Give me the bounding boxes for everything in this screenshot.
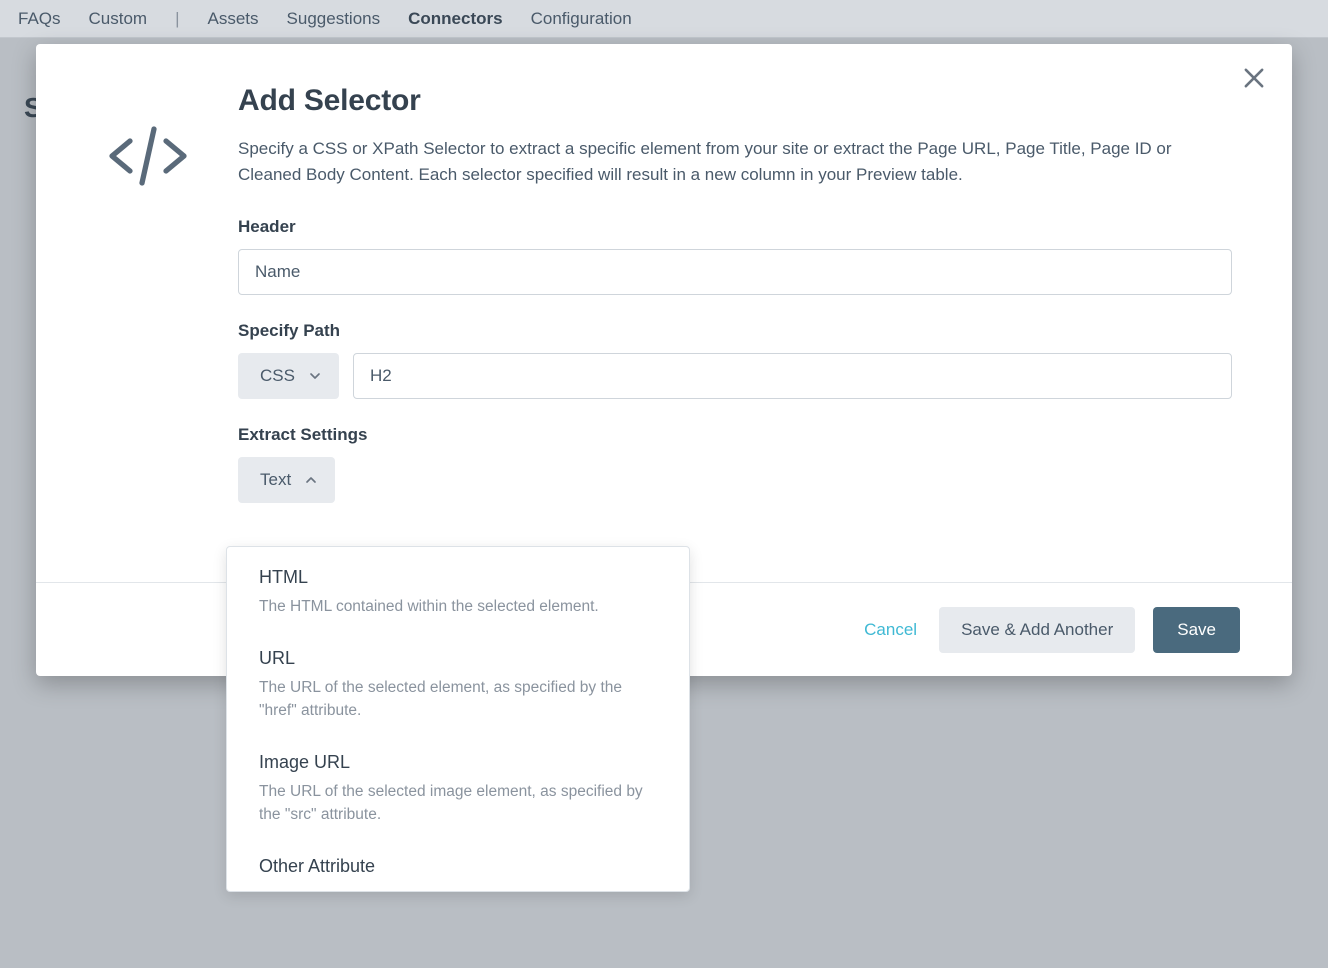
dropdown-option-image-url[interactable]: Image URL The URL of the selected image … xyxy=(227,742,689,846)
top-nav: FAQs Custom | Assets Suggestions Connect… xyxy=(0,0,1328,38)
extract-label: Extract Settings xyxy=(238,425,1232,445)
chevron-down-icon xyxy=(307,368,323,384)
dropdown-option-title: HTML xyxy=(259,567,657,588)
specify-path-label: Specify Path xyxy=(238,321,1232,341)
dropdown-option-desc: The HTML contained within the selected e… xyxy=(259,596,657,618)
save-add-another-button[interactable]: Save & Add Another xyxy=(939,607,1135,653)
dropdown-option-html[interactable]: HTML The HTML contained within the selec… xyxy=(227,557,689,638)
cancel-button[interactable]: Cancel xyxy=(860,612,921,648)
dropdown-option-desc: The URL of the selected image element, a… xyxy=(259,781,657,826)
header-label: Header xyxy=(238,217,1232,237)
modal-title: Add Selector xyxy=(238,84,1232,118)
nav-item-faqs[interactable]: FAQs xyxy=(18,9,61,29)
close-icon[interactable] xyxy=(1240,64,1268,92)
modal-description: Specify a CSS or XPath Selector to extra… xyxy=(238,136,1232,189)
dropdown-option-title: Other Attribute xyxy=(259,856,657,877)
dropdown-option-other-attribute[interactable]: Other Attribute xyxy=(227,846,689,891)
save-button[interactable]: Save xyxy=(1153,607,1240,653)
dropdown-option-title: URL xyxy=(259,648,657,669)
path-type-select[interactable]: CSS xyxy=(238,353,339,399)
dropdown-option-desc: The URL of the selected element, as spec… xyxy=(259,677,657,722)
nav-separator: | xyxy=(175,9,179,29)
chevron-up-icon xyxy=(303,472,319,488)
nav-item-assets[interactable]: Assets xyxy=(208,9,259,29)
nav-item-custom[interactable]: Custom xyxy=(89,9,148,29)
extract-settings-select[interactable]: Text xyxy=(238,457,335,503)
nav-item-configuration[interactable]: Configuration xyxy=(531,9,632,29)
path-type-value: CSS xyxy=(260,366,295,386)
extract-settings-value: Text xyxy=(260,470,291,490)
dropdown-option-title: Image URL xyxy=(259,752,657,773)
nav-item-connectors[interactable]: Connectors xyxy=(408,9,502,29)
header-input[interactable] xyxy=(238,249,1232,295)
path-value-input[interactable] xyxy=(353,353,1232,399)
dropdown-option-url[interactable]: URL The URL of the selected element, as … xyxy=(227,638,689,742)
nav-item-suggestions[interactable]: Suggestions xyxy=(287,9,381,29)
code-icon xyxy=(92,84,204,529)
extract-settings-dropdown: HTML The HTML contained within the selec… xyxy=(226,546,690,892)
